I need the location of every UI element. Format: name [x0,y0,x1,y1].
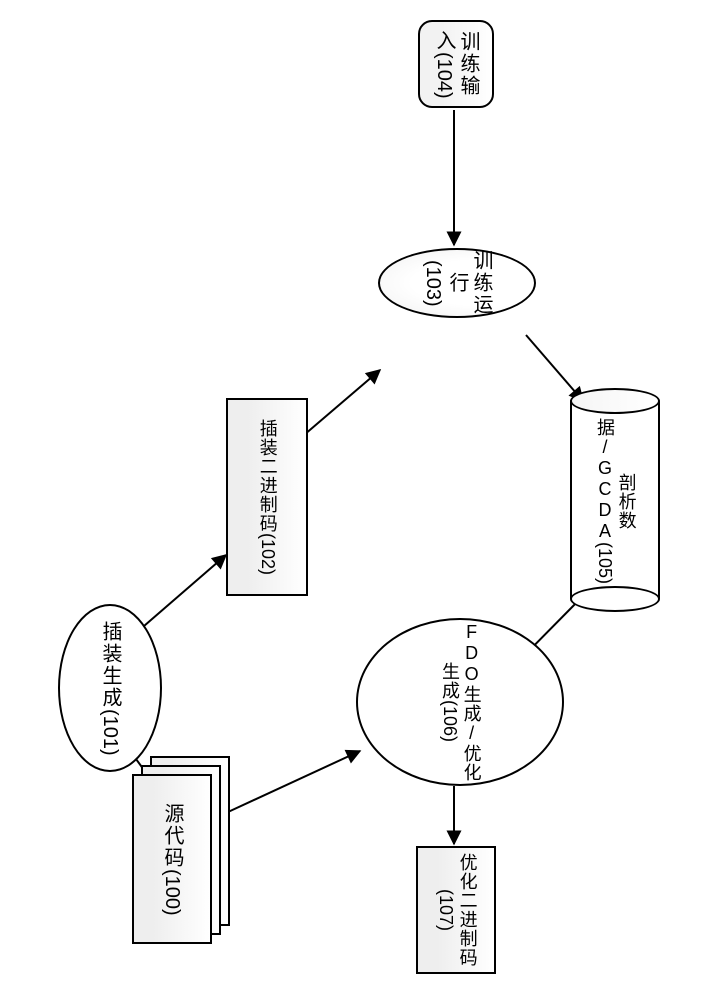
node-source-code: 源代码(100) [132,756,232,946]
label: 插装二进制码(102) [256,419,278,575]
label: 剖析数据/GCDA(105) [593,406,636,596]
node-optimized-binary: 优化二进制码(107) [416,846,496,974]
label: FDO生成/优化生成(106) [438,620,481,784]
label: 优化二进制码(107) [434,848,477,972]
node-fdo-gen: FDO生成/优化生成(106) [356,618,564,786]
label: 训练输入(104) [432,22,480,106]
node-train-input: 训练输入(104) [418,20,494,108]
node-instrumented-binary: 插装二进制码(102) [226,398,308,596]
node-profile-data: 剖析数据/GCDA(105) [570,388,660,614]
label: 插装生成(101) [98,621,122,756]
node-instrument-gen: 插装生成(101) [58,604,162,772]
node-train-run: 训练运行(103) [378,248,536,318]
label: 源代码(100) [160,803,184,916]
label: 训练运行(103) [421,250,493,316]
